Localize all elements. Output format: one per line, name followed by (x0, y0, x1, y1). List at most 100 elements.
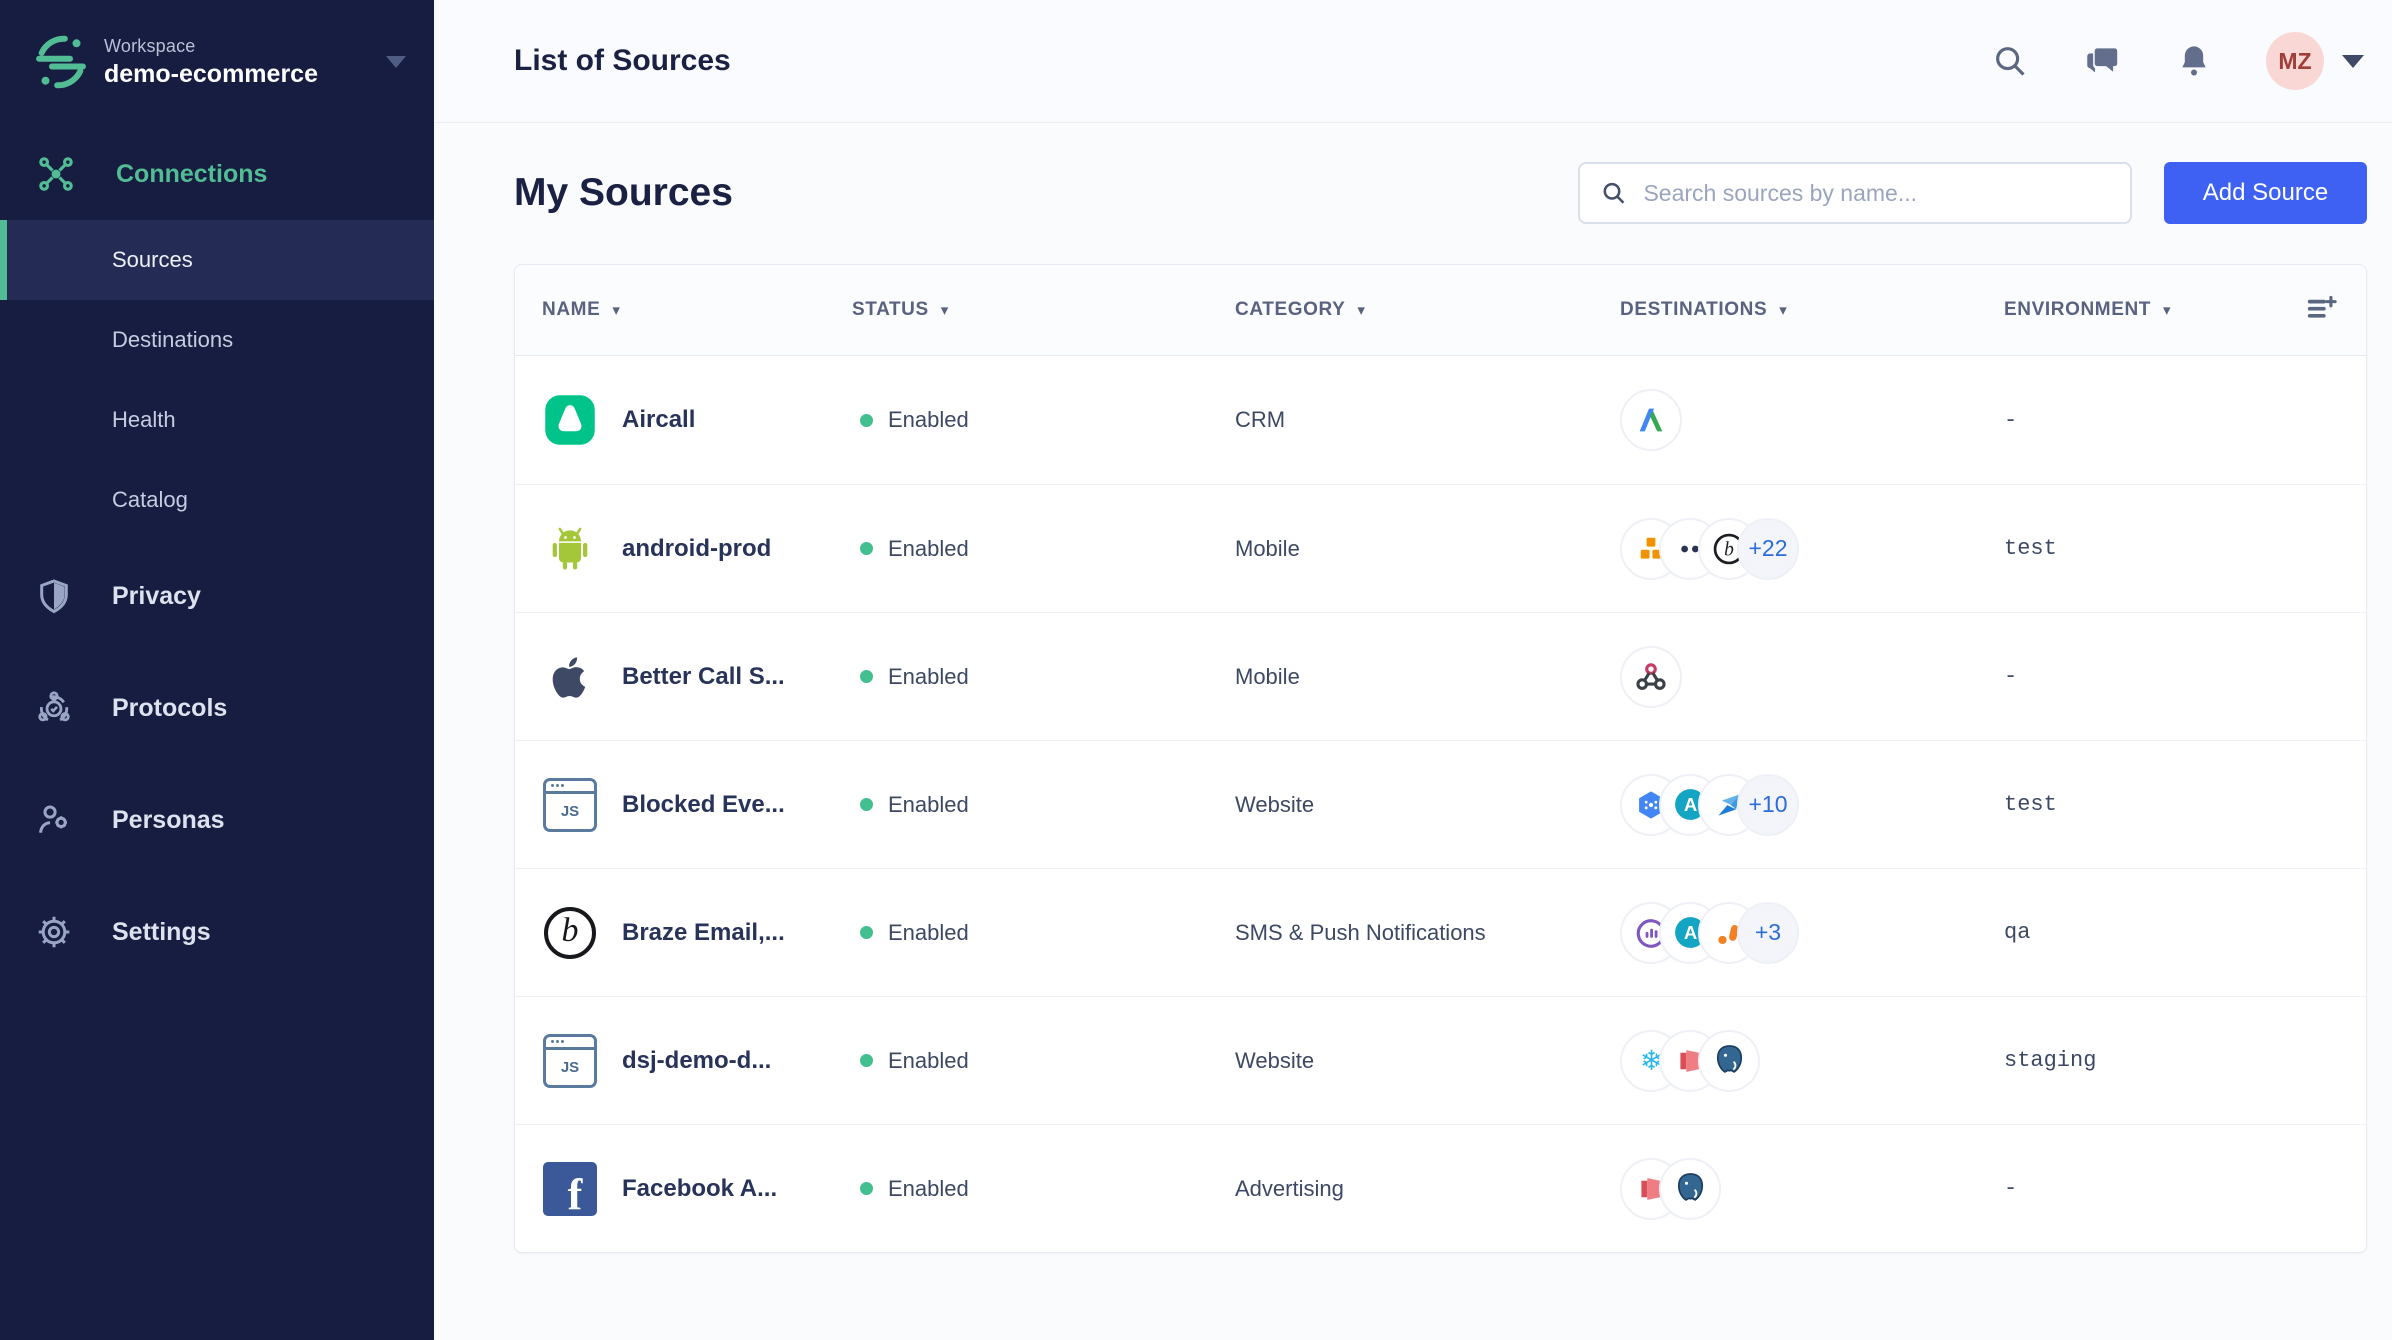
destinations-cell (1620, 1157, 2004, 1220)
status-text: Enabled (888, 535, 969, 561)
adwords-destination-icon[interactable] (1620, 389, 1682, 451)
page-title: My Sources (514, 171, 733, 214)
destinations-cell (1620, 645, 2004, 708)
environment-text: test (2004, 792, 2057, 817)
source-name: Aircall (622, 406, 696, 433)
postgres-destination-icon[interactable] (1659, 1157, 1721, 1220)
sidebar-item-personas[interactable]: Personas (0, 764, 434, 876)
status-dot (860, 926, 873, 939)
facebook-source-icon: f (542, 1161, 598, 1217)
table-row[interactable]: f Facebook A... Enabled Advertising - (515, 1124, 2366, 1252)
column-label: NAME (542, 299, 601, 320)
sidebar-item-privacy[interactable]: Privacy (0, 540, 434, 652)
search-sources-input[interactable] (1643, 179, 2110, 207)
personas-icon (34, 800, 74, 840)
sidebar-item-catalog[interactable]: Catalog (0, 460, 434, 540)
sidebar-item-protocols[interactable]: Protocols (0, 652, 434, 764)
connections-submenu: Sources Destinations Health Catalog (0, 220, 434, 540)
environment-text: - (2004, 1176, 2018, 1201)
customize-columns-icon[interactable] (2304, 291, 2366, 330)
source-name: Braze Email,... (622, 918, 785, 946)
more-destinations-badge[interactable]: +22 (1737, 517, 1799, 580)
sub-item-label: Health (112, 407, 176, 432)
table-row[interactable]: android-prod Enabled Mobile b +22 test (515, 484, 2366, 612)
column-header-status[interactable]: STATUS ▾ (852, 299, 1235, 321)
sub-item-label: Catalog (112, 487, 188, 512)
source-name: dsj-demo-d... (622, 1046, 772, 1074)
status-text: Enabled (888, 407, 969, 432)
table-row[interactable]: JS Blocked Eve... Enabled Website A +10 t… (515, 740, 2366, 868)
workspace-switcher[interactable]: Workspace demo-ecommerce (0, 0, 434, 124)
avatar[interactable]: MZ (2266, 32, 2324, 90)
segment-logo-icon (30, 31, 92, 93)
status-text: Enabled (888, 919, 969, 945)
table-body: Aircall Enabled CRM - android-prod Enabl… (515, 356, 2366, 1252)
column-label: DESTINATIONS (1620, 299, 1768, 320)
sidebar-item-sources[interactable]: Sources (0, 220, 434, 300)
svg-text:b: b (1724, 539, 1734, 560)
environment-text: qa (2004, 920, 2031, 945)
sort-caret-icon: ▾ (940, 301, 949, 319)
environment-text: - (2004, 407, 2018, 433)
status-text: Enabled (888, 663, 969, 689)
workspace-label: Workspace (104, 35, 196, 56)
sub-item-label: Destinations (112, 327, 234, 352)
search-icon[interactable] (1990, 41, 2030, 81)
postgres-destination-icon[interactable] (1698, 1029, 1760, 1092)
status-text: Enabled (888, 1175, 969, 1201)
column-header-category[interactable]: CATEGORY ▾ (1235, 299, 1620, 321)
status-dot (860, 413, 873, 427)
column-header-destinations[interactable]: DESTINATIONS ▾ (1620, 299, 2004, 321)
table-row[interactable]: JS dsj-demo-d... Enabled Website ❄ stagi… (515, 996, 2366, 1124)
add-source-button[interactable]: Add Source (2164, 162, 2367, 224)
category-text: Website (1235, 1047, 1315, 1073)
sidebar-item-label: Connections (116, 159, 268, 188)
table-row[interactable]: Better Call S... Enabled Mobile - (515, 612, 2366, 740)
column-label: STATUS (852, 299, 929, 320)
category-text: Advertising (1235, 1175, 1344, 1201)
braze-source-icon: b (542, 905, 598, 961)
column-header-name[interactable]: NAME ▾ (542, 299, 852, 321)
destinations-cell: A +3 (1620, 901, 2004, 964)
apple-source-icon (542, 649, 598, 705)
more-destinations-badge[interactable]: +10 (1737, 773, 1799, 836)
sidebar: Workspace demo-ecommerce Connections Sou… (0, 0, 434, 1340)
source-name: Blocked Eve... (622, 790, 785, 818)
category-text: Mobile (1235, 663, 1300, 689)
bell-icon[interactable] (2174, 41, 2214, 81)
column-label: ENVIRONMENT (2004, 299, 2151, 320)
column-label: CATEGORY (1235, 299, 1346, 320)
sort-caret-icon: ▾ (1357, 301, 1366, 319)
sidebar-item-health[interactable]: Health (0, 380, 434, 460)
connections-icon (36, 154, 76, 194)
sort-caret-icon: ▾ (612, 301, 621, 319)
table-row[interactable]: b Braze Email,... Enabled SMS & Push Not… (515, 868, 2366, 996)
protocols-icon (34, 688, 74, 728)
sidebar-item-label: Personas (112, 805, 225, 834)
destinations-cell (1620, 389, 2004, 451)
workspace-name: demo-ecommerce (104, 59, 318, 88)
table-header: NAME ▾ STATUS ▾ CATEGORY ▾ DESTINATIONS ▾ EN… (515, 265, 2366, 356)
user-menu[interactable]: MZ (2266, 32, 2364, 90)
sidebar-item-connections[interactable]: Connections (0, 140, 434, 208)
chat-icon[interactable] (2082, 41, 2122, 81)
search-sources-box (1578, 162, 2132, 224)
category-text: CRM (1235, 407, 1286, 432)
status-text: Enabled (888, 791, 969, 817)
status-dot (860, 798, 873, 811)
sidebar-item-settings[interactable]: Settings (0, 876, 434, 988)
webhook-destination-icon[interactable] (1620, 645, 1682, 708)
page-header-title: List of Sources (514, 44, 731, 77)
sidebar-item-destinations[interactable]: Destinations (0, 300, 434, 380)
more-destinations-badge[interactable]: +3 (1737, 901, 1799, 964)
chevron-down-icon (386, 56, 406, 68)
destinations-cell: b +22 (1620, 517, 2004, 580)
environment-text: staging (2004, 1048, 2097, 1073)
category-text: SMS & Push Notifications (1235, 919, 1486, 945)
sort-caret-icon: ▾ (1779, 301, 1788, 319)
sort-caret-icon: ▾ (2163, 301, 2172, 319)
table-row[interactable]: Aircall Enabled CRM - (515, 356, 2366, 484)
app-window: Workspace demo-ecommerce Connections Sou… (0, 0, 2392, 1340)
column-header-environment[interactable]: ENVIRONMENT ▾ (2004, 299, 2304, 321)
shield-icon (34, 576, 74, 616)
